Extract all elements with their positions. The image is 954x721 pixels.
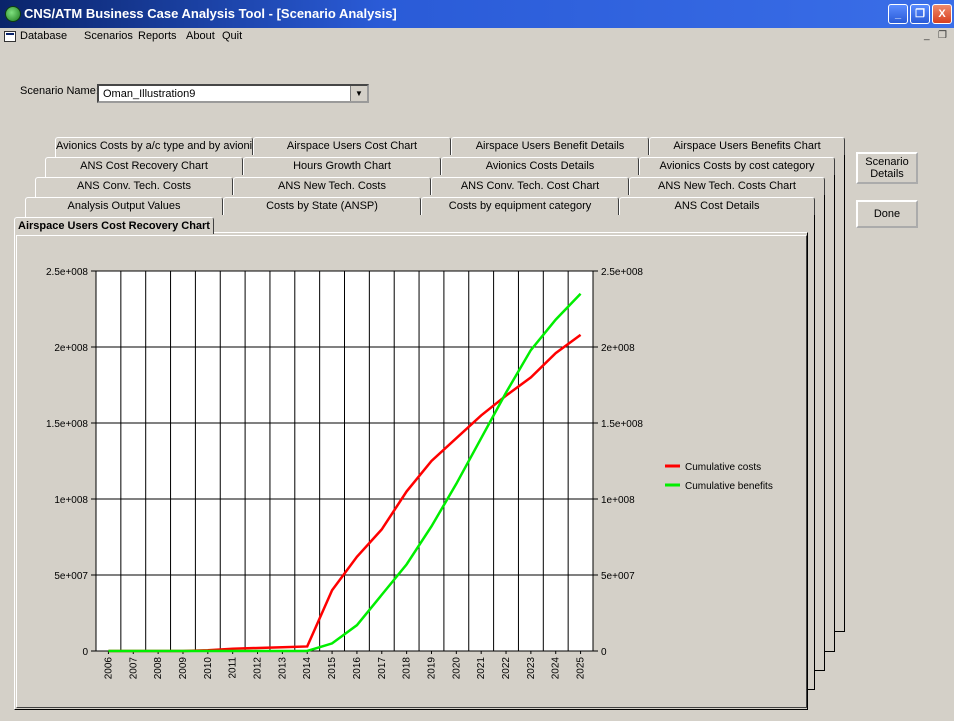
scenario-select[interactable]: Oman_Illustration9 ▼ — [97, 84, 369, 103]
tab-hours-growth-chart[interactable]: Hours Growth Chart — [243, 157, 441, 175]
x-tick-label: 2019 — [426, 657, 437, 680]
restore-button[interactable]: ❐ — [910, 4, 930, 24]
tab-ans-new-tech-costs-chart[interactable]: ANS New Tech. Costs Chart — [629, 177, 825, 195]
tab-airspace-users-benefit-details[interactable]: Airspace Users Benefit Details — [451, 137, 649, 155]
tab-ans-conv-tech-costs[interactable]: ANS Conv. Tech. Costs — [35, 177, 233, 195]
tab-analysis-output-values[interactable]: Analysis Output Values — [25, 197, 223, 215]
y-tick-label-left: 5e+007 — [54, 571, 88, 582]
x-tick-label: 2022 — [501, 657, 512, 680]
x-tick-label: 2010 — [203, 657, 214, 680]
x-tick-label: 2023 — [526, 657, 537, 680]
done-button[interactable]: Done — [856, 200, 918, 228]
x-tick-label: 2007 — [128, 657, 139, 680]
y-tick-label-left: 1e+008 — [54, 495, 88, 506]
x-tick-label: 2020 — [451, 657, 462, 680]
x-tick-label: 2016 — [352, 657, 363, 680]
title-bar: CNS/ATM Business Case Analysis Tool - [S… — [0, 0, 954, 28]
y-tick-label-right: 5e+007 — [601, 571, 635, 582]
window-title: CNS/ATM Business Case Analysis Tool - [S… — [24, 6, 397, 21]
tab-ans-cost-recovery-chart[interactable]: ANS Cost Recovery Chart — [45, 157, 243, 175]
tab-airspace-users-cost-recovery-chart[interactable]: Airspace Users Cost Recovery Chart — [14, 217, 214, 234]
y-tick-label-right: 2.5e+008 — [601, 267, 643, 278]
menu-reports[interactable]: Reports — [138, 30, 177, 42]
scenario-select-value: Oman_Illustration9 — [103, 88, 196, 100]
x-tick-label: 2018 — [402, 657, 413, 680]
tab-ans-conv-tech-cost-chart[interactable]: ANS Conv. Tech. Cost Chart — [431, 177, 629, 195]
legend-label: Cumulative costs — [685, 462, 761, 473]
app-window: CNS/ATM Business Case Analysis Tool - [S… — [0, 0, 954, 721]
tab-avionics-costs-details[interactable]: Avionics Costs Details — [441, 157, 639, 175]
y-tick-label-right: 0 — [601, 647, 607, 658]
chevron-down-icon[interactable]: ▼ — [350, 86, 367, 101]
tab-avionics-costs-by-type[interactable]: Avionics Costs by a/c type and by avioni… — [55, 137, 253, 155]
x-tick-label: 2008 — [153, 657, 164, 680]
chart-area: 0 0 5e+007 5e+007 1e+008 1e+008 1.5e+008 1.5e+0… — [16, 235, 807, 708]
x-tick-label: 2015 — [327, 657, 338, 680]
x-tick-label: 2017 — [377, 657, 388, 680]
x-tick-label: 2012 — [253, 657, 264, 680]
menu-about[interactable]: About — [186, 30, 215, 42]
y-tick-label-left: 0 — [82, 647, 88, 658]
menu-quit[interactable]: Quit — [222, 30, 242, 42]
menu-bar: Database Scenarios Reports About Quit _ … — [0, 28, 954, 46]
tab-airspace-users-cost-chart[interactable]: Airspace Users Cost Chart — [253, 137, 451, 155]
cost-recovery-chart: 0 0 5e+007 5e+007 1e+008 1e+008 1.5e+008 1.5e+0… — [46, 267, 773, 680]
tab-ans-new-tech-costs[interactable]: ANS New Tech. Costs — [233, 177, 431, 195]
scenario-details-button[interactable]: Scenario Details — [856, 152, 918, 184]
y-tick-label-left: 2e+008 — [54, 343, 88, 354]
menu-database[interactable]: Database — [20, 30, 67, 42]
mdi-restore-button[interactable]: ❐ — [938, 30, 947, 41]
tab-avionics-costs-by-category[interactable]: Avionics Costs by cost category — [639, 157, 835, 175]
tab-costs-by-equipment-category[interactable]: Costs by equipment category — [421, 197, 619, 215]
mdi-minimize-button[interactable]: _ — [924, 30, 930, 41]
y-tick-label-left: 2.5e+008 — [46, 267, 88, 278]
x-tick-label: 2009 — [178, 657, 189, 680]
y-tick-label-left: 1.5e+008 — [46, 419, 88, 430]
x-tick-label: 2024 — [551, 657, 562, 680]
x-tick-label: 2006 — [103, 657, 114, 680]
x-tick-label: 2025 — [576, 657, 587, 680]
x-tick-label: 2021 — [476, 657, 487, 680]
tab-costs-by-state[interactable]: Costs by State (ANSP) — [223, 197, 421, 215]
x-tick-label: 2011 — [228, 657, 239, 679]
scenario-name-label: Scenario Name: — [20, 85, 99, 97]
minimize-button[interactable]: _ — [888, 4, 908, 24]
y-tick-label-right: 1e+008 — [601, 495, 635, 506]
document-icon[interactable] — [4, 31, 16, 42]
y-tick-label-right: 2e+008 — [601, 343, 635, 354]
legend-label: Cumulative benefits — [685, 481, 773, 492]
app-globe-icon — [5, 6, 21, 22]
tab-airspace-users-benefits-chart[interactable]: Airspace Users Benefits Chart — [649, 137, 845, 155]
x-tick-label: 2014 — [302, 657, 313, 680]
menu-scenarios[interactable]: Scenarios — [84, 30, 133, 42]
y-tick-label-right: 1.5e+008 — [601, 419, 643, 430]
tab-ans-cost-details[interactable]: ANS Cost Details — [619, 197, 815, 215]
close-button[interactable]: X — [932, 4, 952, 24]
x-tick-label: 2013 — [277, 657, 288, 680]
